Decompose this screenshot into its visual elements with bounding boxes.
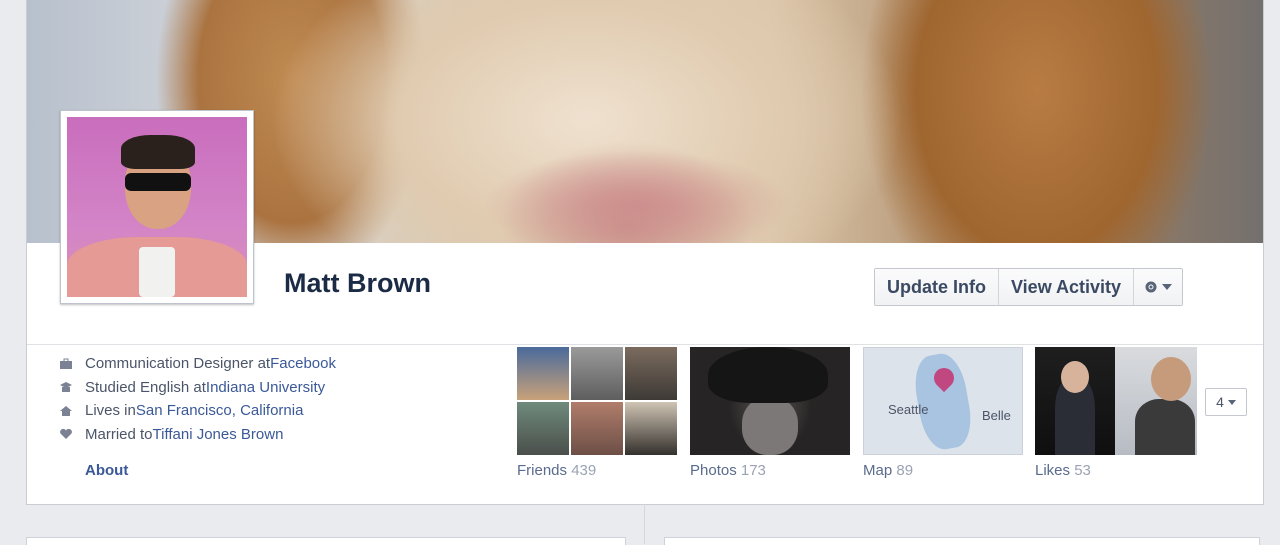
friends-tile[interactable]: [517, 347, 677, 455]
profile-name[interactable]: Matt Brown: [284, 268, 431, 299]
like-thumb: [1035, 347, 1115, 455]
map-tile[interactable]: Seattle Belle: [863, 347, 1023, 455]
update-info-button[interactable]: Update Info: [875, 269, 999, 305]
like-thumb: [1115, 347, 1197, 455]
friend-thumb: [571, 347, 623, 400]
friend-thumb: [571, 402, 623, 455]
map-count: 89: [896, 462, 914, 479]
info-relationship-prefix: Married to: [85, 425, 153, 443]
timeline-spine: [644, 504, 645, 544]
photos-count: 173: [740, 462, 766, 479]
like-head: [1061, 361, 1089, 393]
profile-hair: [121, 135, 195, 169]
info-work: Communication Designer at Facebook: [59, 352, 499, 376]
home-icon: [60, 405, 72, 416]
heart-icon: [60, 429, 72, 440]
info-relationship-link[interactable]: Tiffani Jones Brown: [153, 426, 284, 443]
more-apps-count: 4: [1216, 394, 1224, 410]
chevron-down-icon: [1162, 284, 1173, 290]
map-place-bellevue: Belle: [982, 408, 1011, 423]
map-label[interactable]: Map 89: [863, 462, 913, 479]
likes-count: 53: [1074, 462, 1091, 479]
friend-thumb: [625, 402, 677, 455]
profile-sunglasses: [125, 173, 191, 191]
info-education-link[interactable]: Indiana University: [206, 379, 325, 396]
friends-label[interactable]: Friends 439: [517, 462, 596, 479]
view-activity-button[interactable]: View Activity: [999, 269, 1135, 305]
info-location-prefix: Lives in: [85, 402, 136, 420]
settings-dropdown-button[interactable]: [1134, 269, 1183, 305]
map-label-text: Map: [863, 462, 893, 479]
photo-face: [742, 397, 798, 455]
friend-thumb: [625, 347, 677, 400]
info-education: Studied English at Indiana University: [59, 376, 499, 400]
photos-tile[interactable]: [690, 347, 850, 455]
likes-label-text: Likes: [1035, 462, 1071, 479]
photos-label-text: Photos: [690, 462, 737, 479]
photo-hat: [708, 347, 828, 403]
chevron-down-icon: [1227, 399, 1236, 405]
likes-label[interactable]: Likes 53: [1035, 462, 1091, 479]
likes-tile[interactable]: [1035, 347, 1197, 455]
map-place-seattle: Seattle: [888, 402, 929, 417]
more-apps-button[interactable]: 4: [1205, 388, 1247, 416]
like-head: [1151, 357, 1191, 401]
header-divider: [27, 344, 1263, 345]
info-work-prefix: Communication Designer at: [85, 355, 271, 373]
timeline-header: Matt Brown Update Info View Activity Com…: [26, 0, 1264, 505]
info-location-link[interactable]: San Francisco, California: [136, 402, 304, 419]
cover-dog-nose: [482, 150, 792, 243]
info-location: Lives in San Francisco, California: [59, 399, 499, 423]
info-relationship: Married to Tiffani Jones Brown: [59, 423, 499, 447]
friend-thumb: [517, 347, 569, 400]
info-work-link[interactable]: Facebook: [270, 355, 336, 372]
about-link[interactable]: About: [85, 462, 128, 479]
photos-label[interactable]: Photos 173: [690, 462, 766, 479]
info-education-prefix: Studied English at: [85, 378, 206, 396]
briefcase-icon: [60, 358, 72, 369]
friends-count: 439: [571, 462, 597, 479]
friend-thumb: [517, 402, 569, 455]
profile-image: [67, 117, 247, 297]
friends-label-text: Friends: [517, 462, 568, 479]
about-summary: Communication Designer at Facebook Studi…: [59, 352, 499, 446]
like-figure: [1135, 399, 1195, 455]
gear-icon: [1145, 281, 1157, 293]
profile-actions: Update Info View Activity: [874, 268, 1184, 306]
profile-shirt: [139, 247, 175, 297]
profile-picture[interactable]: [60, 110, 254, 304]
school-icon: [60, 382, 72, 393]
